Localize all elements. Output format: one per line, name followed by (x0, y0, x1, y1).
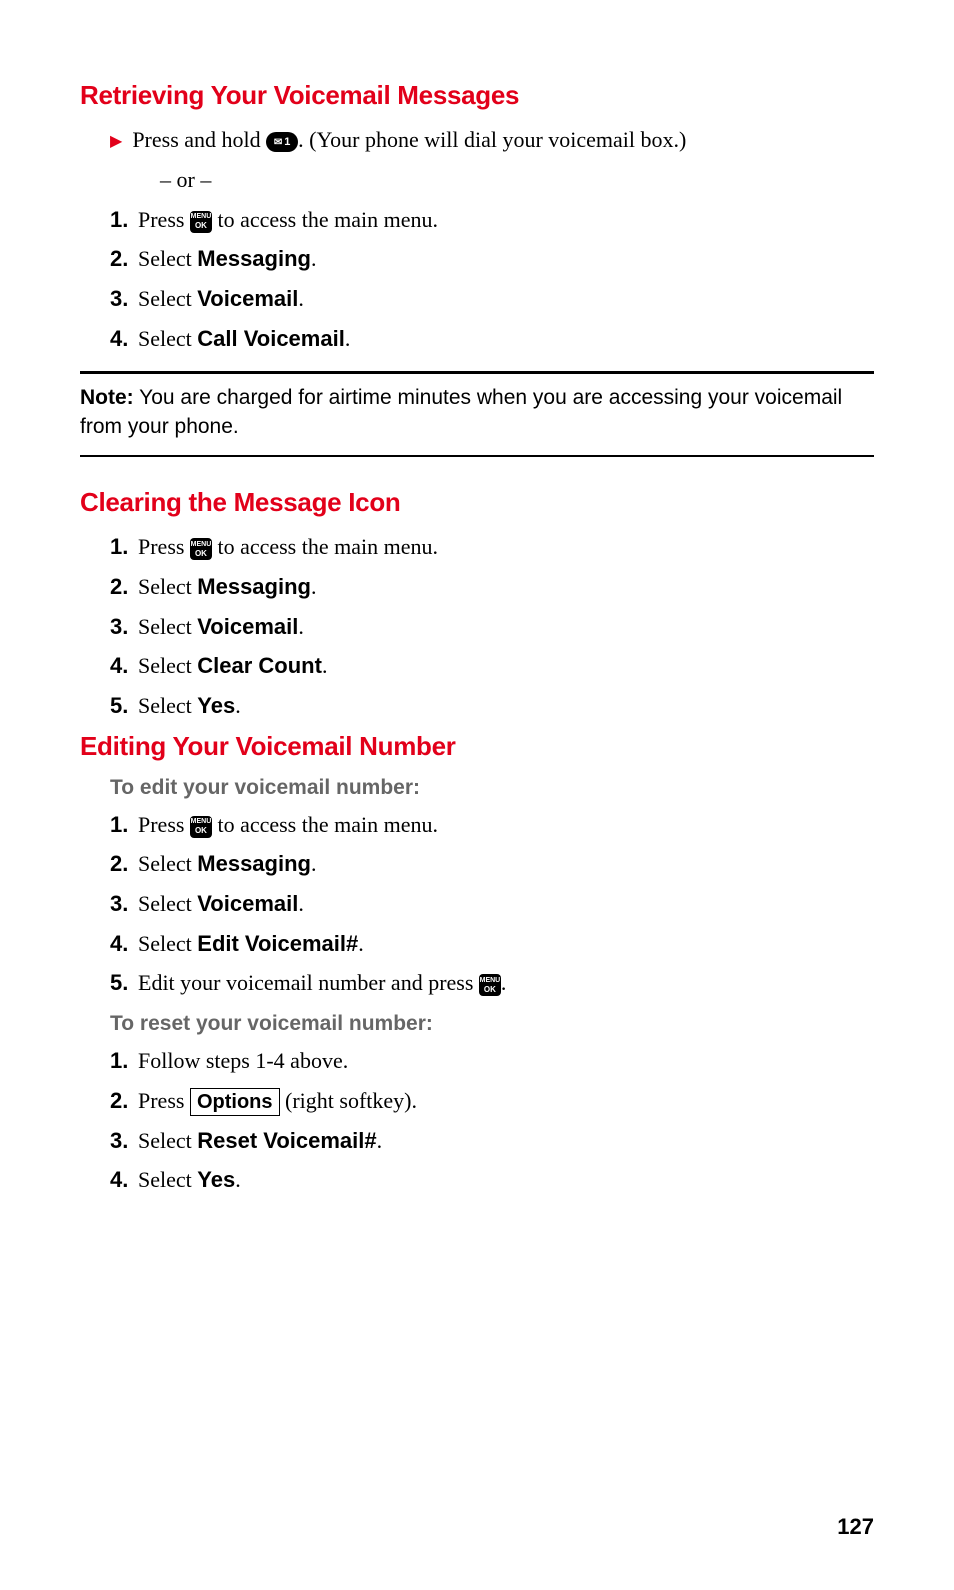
note-label: Note: (80, 386, 134, 409)
step-item: 3. Select Voicemail. (110, 889, 874, 919)
step-item: 2. Select Messaging. (110, 849, 874, 879)
heading-retrieving-voicemail: Retrieving Your Voicemail Messages (80, 80, 874, 111)
note-box: Note: You are charged for airtime minute… (80, 371, 874, 457)
step-item: 2. Press Options (right softkey). (110, 1086, 874, 1116)
bullet-item: ▶ Press and hold 1. (Your phone will dia… (110, 125, 874, 193)
step-list-reset: 1. Follow steps 1-4 above. 2. Press Opti… (110, 1046, 874, 1195)
step-item: 3. Select Reset Voicemail#. (110, 1126, 874, 1156)
step-item: 4. Select Yes. (110, 1165, 874, 1195)
step-item: 1. Press MENUOK to access the main menu. (110, 205, 874, 235)
menu-ok-key-icon: MENUOK (479, 974, 501, 996)
menu-ok-key-icon: MENUOK (190, 816, 212, 838)
heading-clearing-message-icon: Clearing the Message Icon (80, 487, 874, 518)
step-item: 3. Select Voicemail. (110, 612, 874, 642)
step-item: 1. Press MENUOK to access the main menu. (110, 532, 874, 562)
step-item: 3. Select Voicemail. (110, 284, 874, 314)
menu-ok-key-icon: MENUOK (190, 538, 212, 560)
bullet-text: Press and hold 1. (Your phone will dial … (132, 125, 874, 155)
page-number: 127 (837, 1514, 874, 1540)
bullet-marker-icon: ▶ (110, 131, 122, 153)
step-item: 2. Select Messaging. (110, 244, 874, 274)
step-item: 4. Select Call Voicemail. (110, 324, 874, 354)
manual-page: Retrieving Your Voicemail Messages ▶ Pre… (0, 0, 954, 1590)
subheading-reset-number: To reset your voicemail number: (110, 1012, 874, 1036)
step-item: 4. Select Clear Count. (110, 651, 874, 681)
step-list-edit: 1. Press MENUOK to access the main menu.… (110, 810, 874, 998)
step-list-clearing: 1. Press MENUOK to access the main menu.… (110, 532, 874, 720)
menu-ok-key-icon: MENUOK (190, 211, 212, 233)
step-item: 4. Select Edit Voicemail#. (110, 929, 874, 959)
or-separator: – or – (160, 167, 874, 193)
note-text: You are charged for airtime minutes when… (80, 386, 842, 437)
heading-editing-voicemail-number: Editing Your Voicemail Number (80, 731, 874, 762)
step-item: 2. Select Messaging. (110, 572, 874, 602)
key-1-icon: 1 (266, 132, 298, 152)
step-list-retrieving: 1. Press MENUOK to access the main menu.… (110, 205, 874, 354)
subheading-edit-number: To edit your voicemail number: (110, 776, 874, 800)
step-item: 1. Follow steps 1-4 above. (110, 1046, 874, 1076)
options-softkey: Options (190, 1088, 280, 1116)
step-item: 1. Press MENUOK to access the main menu. (110, 810, 874, 840)
step-item: 5. Select Yes. (110, 691, 874, 721)
step-item: 5. Edit your voicemail number and press … (110, 968, 874, 998)
